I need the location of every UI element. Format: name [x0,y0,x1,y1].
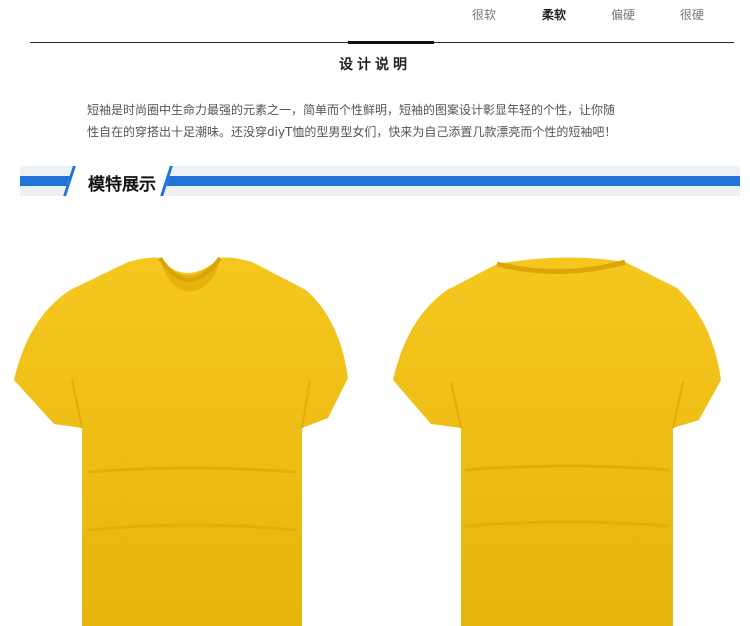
scale-level-slightly-hard: 偏硬 [611,8,636,22]
scale-level-very-hard: 很硬 [680,8,705,22]
softness-scale: 很软 柔软 偏硬 很硬 [440,0,740,40]
model-showcase-banner: 模特展示 [20,166,740,196]
tshirt-front-photo [14,256,348,626]
scale-level-very-soft: 很软 [472,8,497,22]
tshirt-back-photo [393,257,721,626]
scale-selected-marker [348,41,434,44]
section-title: 设计说明 [339,57,411,73]
design-description: 短袖是时尚圈中生命力最强的元素之一，简单而个性鲜明，短袖的图案设计彰显年轻的个性… [87,99,687,143]
description-line-2: 性自在的穿搭出十足潮味。还没穿diyT恤的型男型女们，快来为自己添置几款漂亮而个… [87,125,617,139]
shirt-back-body [393,257,721,626]
banner-stripe-right [160,176,740,186]
scale-level-soft: 柔软 [542,8,567,22]
banner-stripe-left [20,176,70,186]
description-line-1: 短袖是时尚圈中生命力最强的元素之一，简单而个性鲜明，短袖的图案设计彰显年轻的个性… [87,103,616,117]
shirt-front-body [14,257,348,626]
banner-title: 模特展示 [88,175,156,195]
